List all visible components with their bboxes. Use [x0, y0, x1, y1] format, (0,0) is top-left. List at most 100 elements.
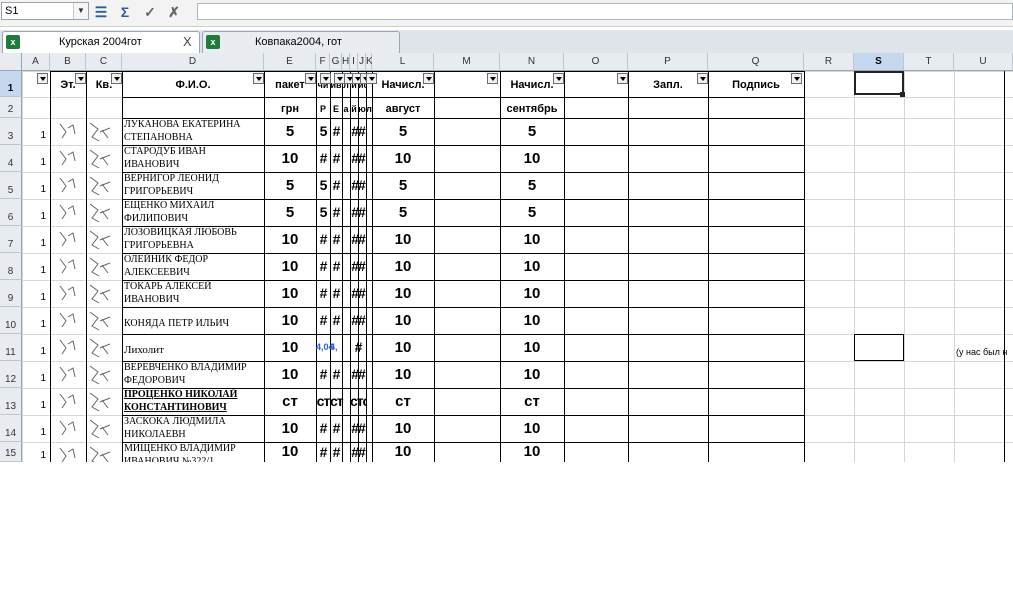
floor-cell[interactable]: 1 — [22, 172, 50, 199]
floor-cell[interactable]: 1 — [22, 226, 50, 253]
col-ij-cell[interactable]: ## — [350, 253, 366, 280]
col-g-cell[interactable]: # — [330, 226, 342, 253]
august-cell[interactable]: 10 — [372, 280, 434, 307]
col-f-cell[interactable]: # — [316, 442, 330, 462]
autofilter-dropdown-icon[interactable] — [253, 73, 264, 84]
name-cell[interactable]: ЗАСКОКА ЛЮДМИЛА НИКОЛАЕВН — [122, 415, 264, 442]
column-header-e[interactable]: E — [264, 53, 316, 71]
autosum-icon[interactable]: Σ — [116, 3, 134, 21]
name-cell[interactable]: МИЩЕНКО ВЛАДИМИР ИВАНОВИЧ №322/1 — [122, 442, 264, 462]
header2-cell-e[interactable]: грн — [264, 97, 316, 118]
col-f-cell[interactable]: # — [316, 415, 330, 442]
row-header-3[interactable]: 3 — [0, 118, 22, 145]
august-cell[interactable]: 10 — [372, 334, 434, 361]
col-g-cell[interactable]: # — [330, 280, 342, 307]
august-cell[interactable]: 10 — [372, 226, 434, 253]
close-tab-icon[interactable]: X — [183, 34, 192, 49]
row-header-15[interactable]: 15 — [0, 442, 22, 462]
col-g-cell[interactable]: # — [330, 253, 342, 280]
column-header-i[interactable]: I — [350, 53, 358, 71]
floor-cell[interactable]: 1 — [22, 442, 50, 462]
september-cell[interactable]: 10 — [500, 280, 564, 307]
august-cell[interactable]: 10 — [372, 145, 434, 172]
col-ij-cell[interactable]: ## — [350, 145, 366, 172]
header2-cell-j[interactable]: ю — [358, 97, 366, 118]
september-cell[interactable]: 5 — [500, 199, 564, 226]
september-cell[interactable]: 10 — [500, 442, 564, 462]
autofilter-dropdown-icon[interactable] — [423, 73, 434, 84]
col-ij-cell[interactable]: ## — [350, 199, 366, 226]
column-header-g[interactable]: G — [330, 53, 342, 71]
august-cell[interactable]: 5 — [372, 199, 434, 226]
august-cell[interactable]: 5 — [372, 118, 434, 145]
formula-input[interactable] — [197, 3, 1013, 20]
col-g-cell[interactable]: 4, — [330, 334, 342, 361]
package-cell[interactable]: 10 — [264, 334, 316, 361]
cancel-formula-icon[interactable]: ✗ — [165, 3, 183, 21]
package-cell[interactable]: 10 — [264, 226, 316, 253]
col-f-cell[interactable]: # — [316, 361, 330, 388]
august-cell[interactable]: 10 — [372, 307, 434, 334]
september-cell[interactable]: 5 — [500, 172, 564, 199]
floor-cell[interactable]: 1 — [22, 118, 50, 145]
row-header-7[interactable]: 7 — [0, 226, 22, 253]
col-f-cell[interactable]: # — [316, 226, 330, 253]
floor-cell[interactable]: 1 — [22, 307, 50, 334]
row-header-4[interactable]: 4 — [0, 145, 22, 172]
august-cell[interactable]: ст — [372, 388, 434, 415]
column-header-o[interactable]: O — [564, 53, 628, 71]
september-cell[interactable]: 10 — [500, 253, 564, 280]
tab-kurskaya[interactable]: x Курская 2004гот X — [2, 31, 200, 54]
floor-cell[interactable]: 1 — [22, 361, 50, 388]
autofilter-dropdown-icon[interactable] — [487, 73, 498, 84]
col-f-cell[interactable]: 5 — [316, 172, 330, 199]
autofilter-dropdown-icon[interactable] — [320, 73, 331, 84]
floor-cell[interactable]: 1 — [22, 145, 50, 172]
september-cell[interactable]: 10 — [500, 361, 564, 388]
col-f-cell[interactable]: # — [316, 280, 330, 307]
header2-cell-n[interactable]: сентябрь — [500, 97, 564, 118]
tab-kovpaka[interactable]: x Ковпака2004, гот X — [202, 31, 400, 53]
package-cell[interactable]: 5 — [264, 118, 316, 145]
row-header-12[interactable]: 12 — [0, 361, 22, 388]
row-header-8[interactable]: 8 — [0, 253, 22, 280]
col-g-cell[interactable]: # — [330, 415, 342, 442]
floor-cell[interactable]: 1 — [22, 334, 50, 361]
name-box[interactable]: S1 ▼ — [1, 2, 89, 20]
autofilter-dropdown-icon[interactable] — [697, 73, 708, 84]
column-header-p[interactable]: P — [628, 53, 708, 71]
name-box-dropdown-icon[interactable]: ▼ — [73, 3, 88, 19]
package-cell[interactable]: 5 — [264, 172, 316, 199]
row-header-1[interactable]: 1 — [0, 71, 22, 97]
row-header-5[interactable]: 5 — [0, 172, 22, 199]
name-cell[interactable]: ОЛЕЙНИК ФЕДОР АЛЕКСЕЕВИЧ — [122, 253, 264, 280]
package-cell[interactable]: 10 — [264, 280, 316, 307]
column-header-t[interactable]: T — [904, 53, 954, 71]
august-cell[interactable]: 10 — [372, 361, 434, 388]
autofilter-dropdown-icon[interactable] — [553, 73, 564, 84]
col-g-cell[interactable]: # — [330, 307, 342, 334]
align-icon[interactable]: ☰ — [92, 3, 110, 21]
column-header-q[interactable]: Q — [708, 53, 804, 71]
name-cell[interactable]: ЛОЗОВИЦКАЯ ЛЮБОВЬ ГРИГОРЬЕВНА — [122, 226, 264, 253]
col-g-cell[interactable]: # — [330, 145, 342, 172]
september-cell[interactable]: 10 — [500, 226, 564, 253]
row-header-14[interactable]: 14 — [0, 415, 22, 442]
column-header-s[interactable]: S — [854, 53, 904, 71]
package-cell[interactable]: 10 — [264, 361, 316, 388]
september-cell[interactable]: 5 — [500, 118, 564, 145]
header2-cell-i[interactable]: й — [350, 97, 358, 118]
autofilter-dropdown-icon[interactable] — [366, 73, 377, 84]
column-header-c[interactable]: C — [86, 53, 122, 71]
row-header-6[interactable]: 6 — [0, 199, 22, 226]
column-header-d[interactable]: D — [122, 53, 264, 71]
col-f-cell[interactable]: # — [316, 145, 330, 172]
name-cell[interactable]: ТОКАРЬ АЛЕКСЕЙ ИВАНОВИЧ — [122, 280, 264, 307]
bordered-cell-s11[interactable] — [854, 334, 904, 361]
accept-formula-icon[interactable]: ✓ — [141, 3, 159, 21]
september-cell[interactable]: 10 — [500, 415, 564, 442]
autofilter-dropdown-icon[interactable] — [305, 73, 316, 84]
header-cell-q[interactable]: Подпись — [708, 71, 804, 97]
col-g-cell[interactable]: ст — [330, 388, 344, 415]
col-g-cell[interactable]: # — [330, 172, 342, 199]
